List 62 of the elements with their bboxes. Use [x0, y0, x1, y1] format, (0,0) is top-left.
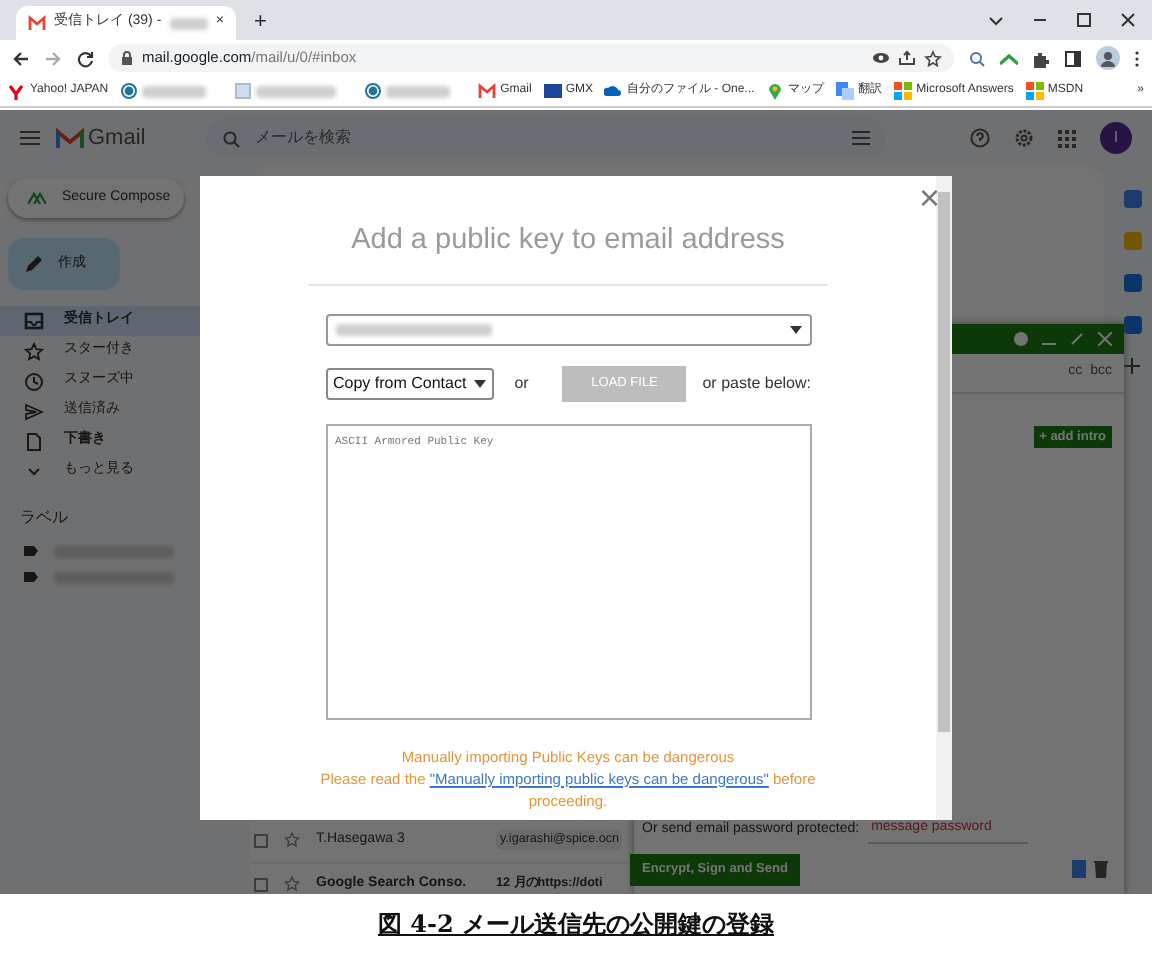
redacted-text: [169, 17, 208, 29]
account-avatar[interactable]: I: [1100, 122, 1132, 154]
map-pin-icon: [766, 82, 785, 100]
page-icon: [234, 82, 253, 100]
search-icon[interactable]: [968, 49, 986, 67]
chevron-down-icon[interactable]: [988, 12, 1004, 28]
puzzle-icon[interactable]: [1032, 49, 1050, 67]
star-icon[interactable]: [284, 832, 300, 848]
avatar-icon[interactable]: [1096, 46, 1120, 70]
file-icon: [24, 431, 44, 451]
star-icon: [24, 341, 44, 361]
reload-icon[interactable]: [76, 49, 94, 67]
trash-icon[interactable]: [1094, 860, 1108, 878]
share-icon[interactable]: [898, 49, 916, 65]
or-label: or: [514, 371, 529, 396]
maximize-icon[interactable]: [1076, 12, 1092, 28]
paste-label: or paste below:: [702, 371, 811, 396]
redacted-text: [142, 85, 207, 97]
close-icon[interactable]: [1120, 12, 1136, 28]
clock-icon: [24, 371, 44, 391]
gmail-logo-icon: [56, 127, 84, 149]
labels-heading: ラベル: [18, 506, 70, 530]
yahoo-icon: [8, 82, 26, 100]
gmail-icon: [478, 82, 497, 100]
windows-logo-icon: [894, 82, 913, 100]
checkbox[interactable]: [254, 833, 268, 847]
label-tag-icon: [24, 546, 38, 556]
label-tag-icon: [24, 572, 38, 582]
send-icon: [24, 401, 44, 421]
caret-icon: [474, 379, 487, 388]
figure-caption: 図 4-2 メール送信先の公開鍵の登録: [377, 908, 775, 942]
star-icon[interactable]: [284, 876, 300, 892]
lock-icon: [120, 50, 134, 66]
apps-grid-icon[interactable]: [1058, 129, 1076, 147]
pencil-icon: [24, 255, 42, 273]
filter-icon: [851, 130, 870, 146]
back-arrow-icon[interactable]: [12, 49, 30, 67]
gmail-icon: [28, 14, 46, 32]
menu-icon[interactable]: [1134, 49, 1140, 67]
source-select[interactable]: Copy from Contact: [325, 367, 495, 400]
windows-logo-icon: [1025, 82, 1044, 100]
new-tab-button[interactable]: +: [248, 6, 273, 40]
redacted-text: [386, 85, 451, 97]
dialog-title: Add a public key to email address: [351, 222, 785, 260]
app-name: Gmail: [88, 123, 146, 154]
redacted-text: [256, 85, 337, 97]
close-button[interactable]: ×: [918, 184, 940, 212]
plus-icon[interactable]: [1124, 358, 1140, 374]
email-select[interactable]: [325, 313, 811, 346]
translate-icon: [836, 82, 855, 100]
scrollbar[interactable]: [936, 176, 952, 820]
star-icon[interactable]: [924, 49, 942, 67]
search-icon: [221, 129, 240, 147]
side-panel-icon[interactable]: [1064, 49, 1082, 67]
eye-icon[interactable]: [872, 49, 890, 65]
inbox-icon: [24, 311, 44, 331]
caret-icon: [789, 325, 801, 334]
forward-arrow-icon[interactable]: [44, 49, 62, 67]
cloud-icon: [604, 82, 623, 100]
checkbox[interactable]: [254, 877, 268, 891]
search-field[interactable]: メールを検索: [205, 118, 886, 158]
settings-icon[interactable]: [1014, 128, 1034, 148]
